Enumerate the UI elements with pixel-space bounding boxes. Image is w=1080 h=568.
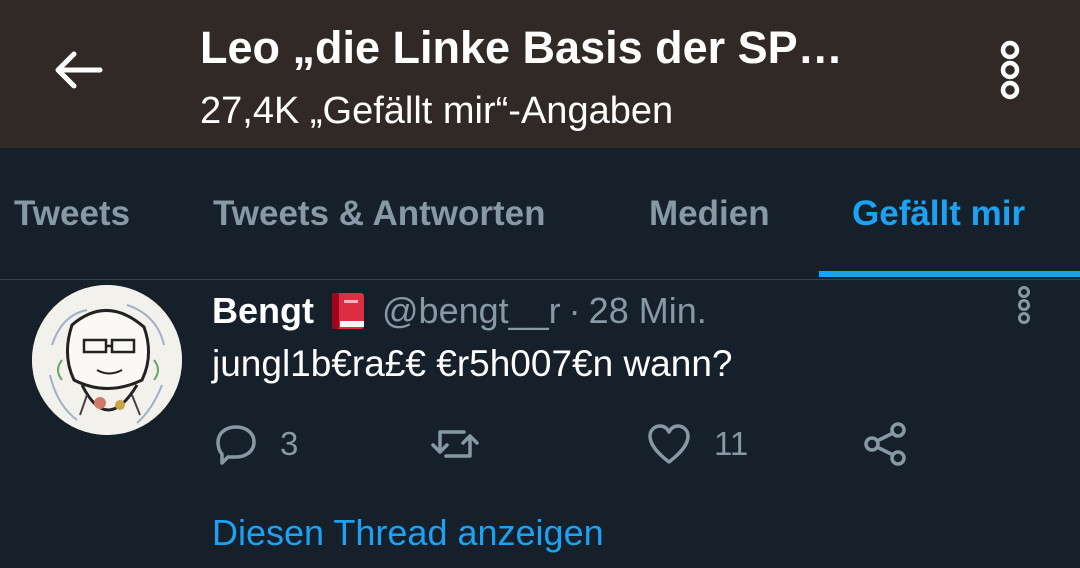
tweet-text: jungl1b€ra£€ €r5h007€n wann? xyxy=(212,343,733,384)
reply-count: 3 xyxy=(280,425,299,462)
tab-tweets-and-replies[interactable]: Tweets & Antworten xyxy=(213,148,546,280)
tab-media[interactable]: Medien xyxy=(649,148,770,280)
author-name[interactable]: Bengt xyxy=(212,290,314,332)
more-options-button[interactable] xyxy=(990,38,1030,102)
tweet-header: Bengt @bengt__r · 28 Min. xyxy=(212,288,707,334)
like-count: 11 xyxy=(714,425,749,462)
author-handle[interactable]: @bengt__r xyxy=(382,290,561,332)
reply-button[interactable]: 3 xyxy=(214,418,298,470)
app-header: Leo „die Linke Basis der SP… 27,4K „Gefä… xyxy=(0,0,1080,148)
more-vertical-icon xyxy=(1000,40,1020,100)
like-button[interactable]: 11 xyxy=(646,418,748,470)
avatar[interactable] xyxy=(32,285,182,435)
back-button[interactable] xyxy=(48,40,108,100)
tab-likes[interactable]: Gefällt mir xyxy=(852,148,1025,280)
more-vertical-icon xyxy=(1018,286,1030,324)
arrow-left-icon xyxy=(55,51,103,89)
retweet-icon xyxy=(431,430,479,458)
tab-tweets[interactable]: Tweets xyxy=(14,148,130,280)
separator-dot: · xyxy=(568,290,581,331)
tweet-timestamp[interactable]: 28 Min. xyxy=(589,290,707,332)
heart-icon xyxy=(648,424,690,464)
avatar-drawing xyxy=(32,285,182,435)
active-tab-indicator xyxy=(819,271,1080,277)
share-icon xyxy=(864,422,906,466)
closed-book-icon xyxy=(326,290,368,332)
profile-tabs: Tweets Tweets & Antworten Medien Gefällt… xyxy=(0,148,1080,280)
tweet-options-button[interactable] xyxy=(1008,284,1040,326)
show-thread-link[interactable]: Diesen Thread anzeigen xyxy=(212,512,604,554)
share-button[interactable] xyxy=(862,418,908,470)
reply-icon xyxy=(216,425,256,465)
retweet-button[interactable] xyxy=(428,418,504,470)
likes-count-subtitle: 27,4K „Gefällt mir“-Angaben xyxy=(200,90,674,132)
page-title: Leo „die Linke Basis der SP… xyxy=(200,22,843,73)
